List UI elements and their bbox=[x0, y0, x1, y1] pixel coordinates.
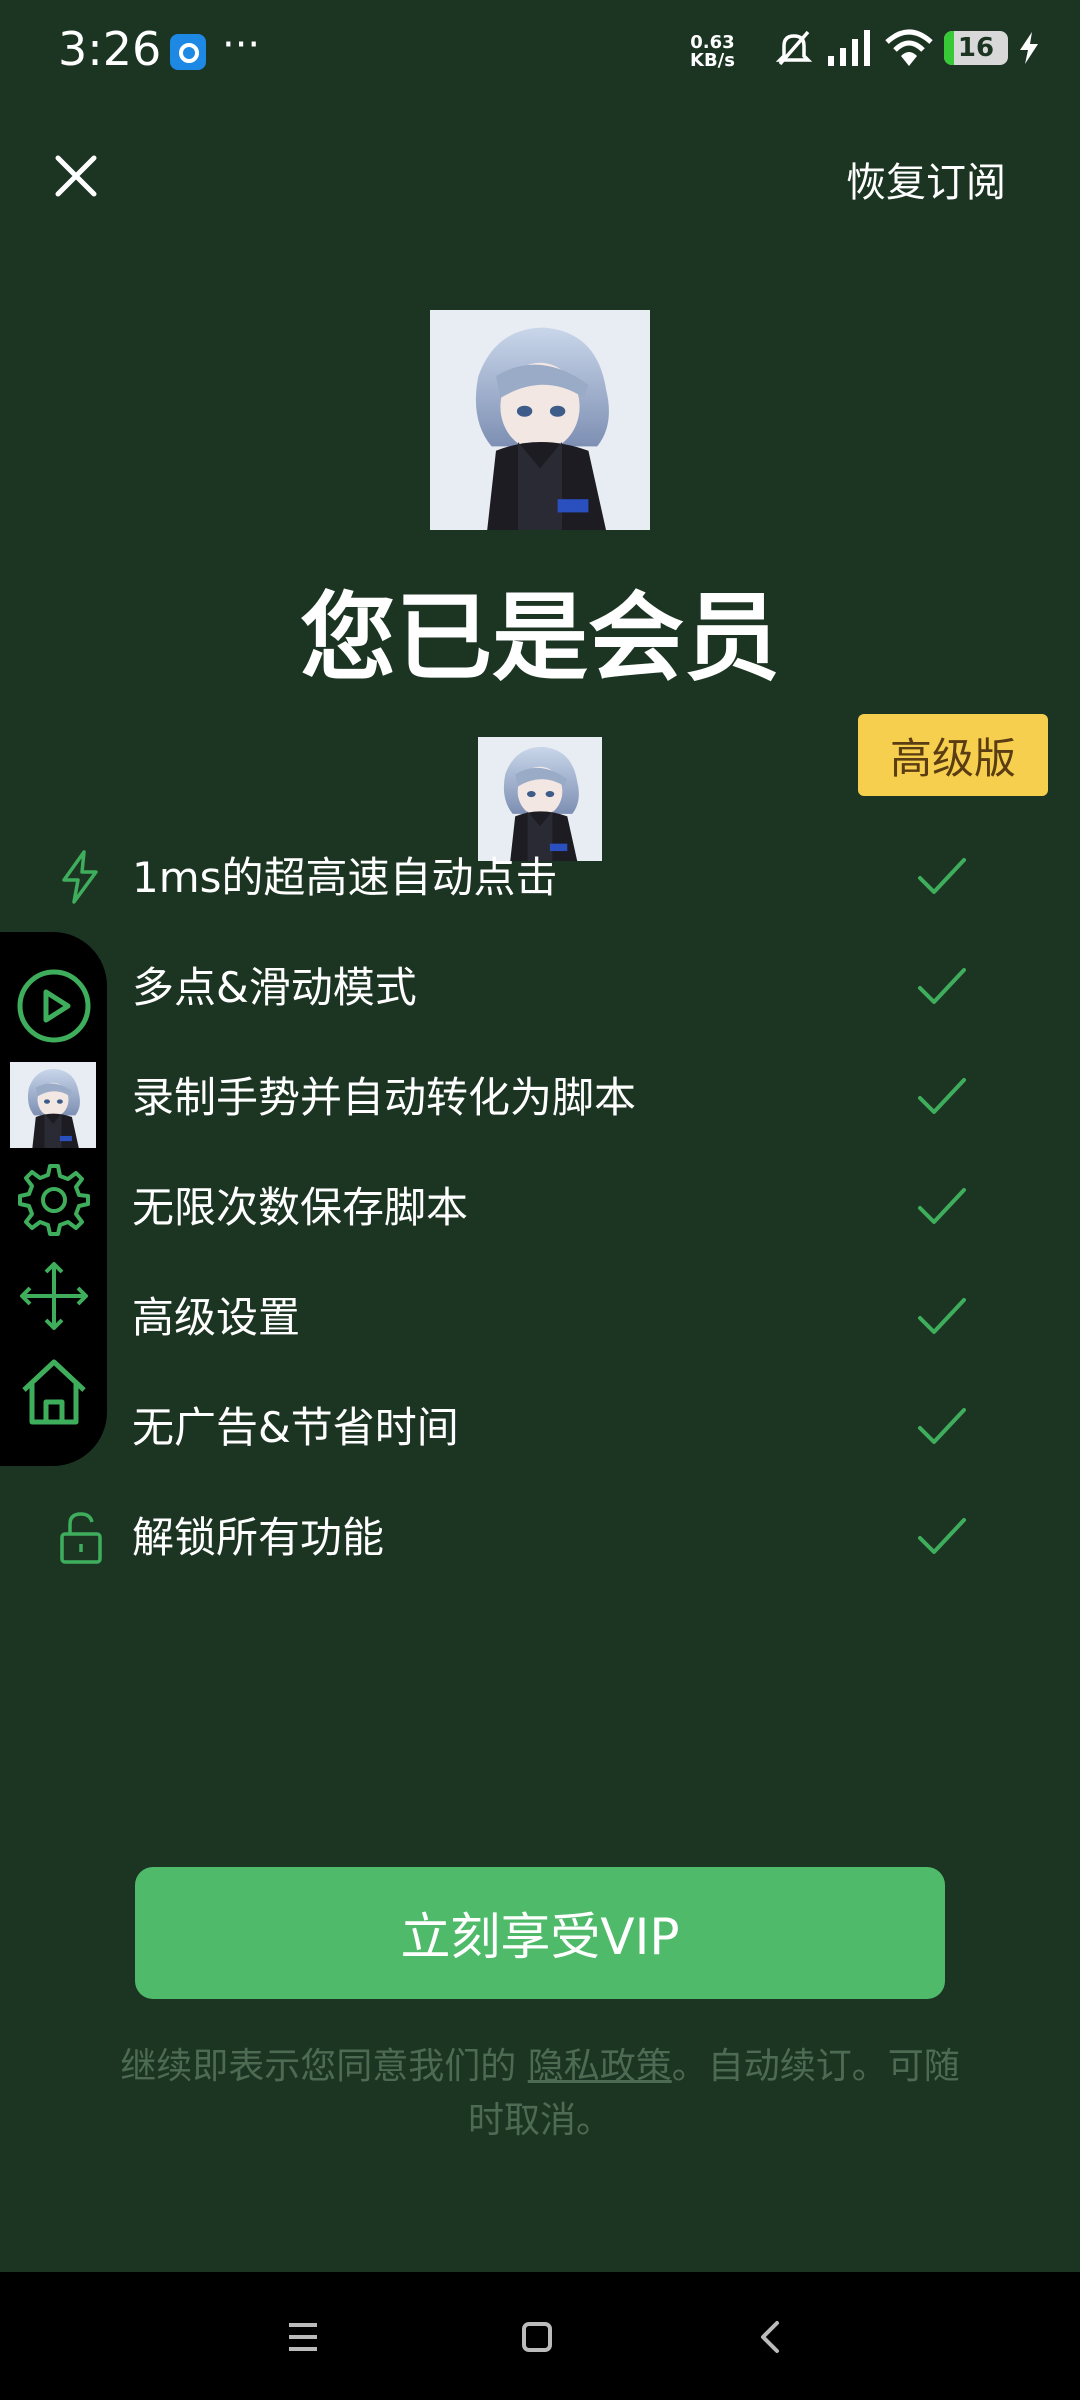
premium-badge: 高级版 bbox=[858, 714, 1048, 796]
feature-row: 无广告&节省时间 bbox=[0, 1372, 1080, 1482]
feature-label: 1ms的超高速自动点击 bbox=[132, 853, 558, 902]
unlock-icon bbox=[60, 1512, 102, 1564]
home-square-icon bbox=[522, 2322, 552, 2352]
page-title: 您已是会员 bbox=[300, 582, 780, 694]
enjoy-vip-button[interactable]: 立刻享受VIP bbox=[135, 1867, 945, 1999]
terms-text: 继续即表示您同意我们的 隐私政策。自动续订。可随时取消。 bbox=[110, 2040, 970, 2148]
status-time: 3:26 bbox=[58, 22, 162, 76]
app-notification-icon bbox=[170, 34, 206, 70]
check-icon bbox=[918, 1408, 966, 1444]
signal-icon bbox=[828, 30, 870, 66]
feature-row: 无限次数保存脚本 bbox=[0, 1152, 1080, 1262]
feature-row: 多点&滑动模式 bbox=[0, 932, 1080, 1042]
feature-row: 1ms的超高速自动点击 bbox=[0, 822, 1080, 932]
toolbar-move-button[interactable] bbox=[14, 1256, 94, 1336]
battery-fill bbox=[944, 31, 955, 65]
gear-icon bbox=[18, 1164, 90, 1236]
anime-avatar-image bbox=[430, 310, 650, 530]
close-button[interactable] bbox=[40, 140, 112, 212]
check-icon bbox=[918, 1078, 966, 1114]
feature-list: 1ms的超高速自动点击 多点&滑动模式 录制手势并自动转化为脚本 无限次数保存脚… bbox=[0, 822, 1080, 1592]
menu-icon bbox=[289, 2323, 317, 2351]
feature-label: 录制手势并自动转化为脚本 bbox=[132, 1073, 637, 1122]
check-icon bbox=[918, 1298, 966, 1334]
charging-icon bbox=[1020, 32, 1038, 64]
feature-row: 高级设置 bbox=[0, 1262, 1080, 1372]
back-icon bbox=[761, 2321, 779, 2353]
feature-label: 无限次数保存脚本 bbox=[132, 1183, 469, 1232]
lightning-icon bbox=[62, 850, 98, 904]
feature-label: 多点&滑动模式 bbox=[132, 963, 417, 1012]
check-icon bbox=[918, 1518, 966, 1554]
system-nav-bar bbox=[0, 2272, 1080, 2400]
move-icon bbox=[20, 1262, 88, 1330]
feature-row: 录制手势并自动转化为脚本 bbox=[0, 1042, 1080, 1152]
feature-row: 解锁所有功能 bbox=[0, 1482, 1080, 1592]
status-icons: 16 bbox=[774, 28, 1040, 68]
status-bar: 3:26 ··· 0.63 KB/s 16 bbox=[0, 0, 1080, 110]
battery-icon: 16 bbox=[944, 31, 1008, 65]
feature-label: 高级设置 bbox=[132, 1293, 301, 1342]
toolbar-avatar-thumbnail[interactable] bbox=[10, 1062, 96, 1148]
restore-subscription-link[interactable]: 恢复订阅 bbox=[846, 150, 1006, 208]
privacy-policy-link[interactable]: 隐私政策 bbox=[528, 2046, 672, 2087]
mute-bell-icon bbox=[775, 30, 813, 66]
feature-label: 无广告&节省时间 bbox=[132, 1403, 459, 1452]
terms-prefix: 继续即表示您同意我们的 bbox=[120, 2046, 528, 2087]
feature-label: 解锁所有功能 bbox=[132, 1513, 385, 1562]
network-speed-unit: KB/s bbox=[690, 50, 735, 71]
close-icon bbox=[55, 155, 97, 197]
status-more-indicator: ··· bbox=[222, 22, 261, 68]
toolbar-play-button[interactable] bbox=[14, 966, 94, 1046]
toolbar-home-button[interactable] bbox=[14, 1352, 94, 1432]
play-icon bbox=[17, 969, 91, 1043]
home-icon bbox=[22, 1359, 86, 1425]
check-icon bbox=[918, 858, 966, 894]
recent-apps-button[interactable] bbox=[268, 2302, 338, 2372]
wifi-icon bbox=[885, 29, 933, 66]
battery-level: 16 bbox=[957, 33, 995, 63]
check-icon bbox=[918, 1188, 966, 1224]
check-icon bbox=[918, 968, 966, 1004]
floating-toolbar bbox=[0, 932, 107, 1466]
home-nav-button[interactable] bbox=[502, 2302, 572, 2372]
network-speed: 0.63 KB/s bbox=[690, 34, 735, 70]
toolbar-settings-button[interactable] bbox=[14, 1160, 94, 1240]
back-nav-button[interactable] bbox=[736, 2302, 806, 2372]
